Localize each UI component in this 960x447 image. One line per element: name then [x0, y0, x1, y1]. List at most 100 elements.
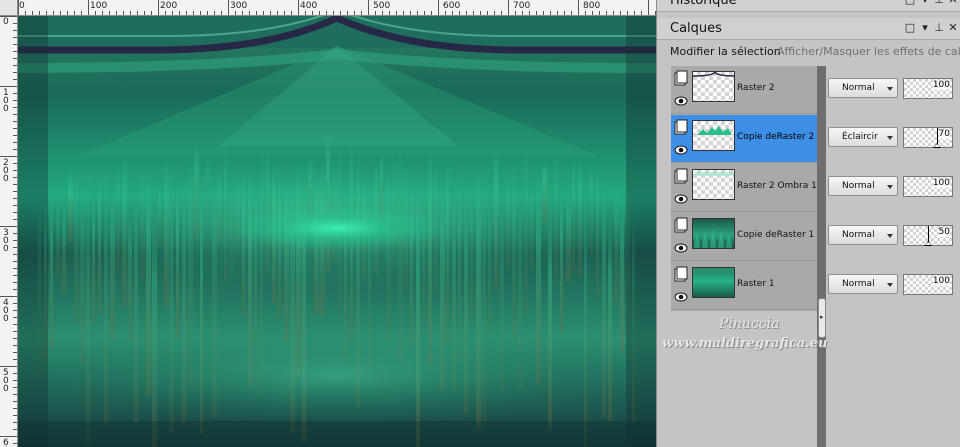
ruler-left-label: 0 — [3, 17, 9, 27]
ruler-left-label: 100 — [3, 88, 9, 114]
artwork-image — [18, 16, 656, 447]
pin-icon[interactable]: ⊥ — [933, 22, 945, 34]
ruler-top: 0 100 200 300 400 500 600 700 800 — [18, 0, 656, 16]
opacity-slider[interactable]: 100 — [903, 274, 953, 295]
layers-toolbar: Modifier la sélection Afficher/Masquer l… — [657, 41, 960, 63]
blend-mode-value: Normal — [842, 181, 875, 191]
layer-group-icon[interactable] — [674, 266, 688, 282]
ruler-left-label: 200 — [3, 158, 9, 184]
layers-list: Raster 2 Copie deRaster 2 C Raster 2 Omb… — [671, 66, 817, 311]
layer-name: Raster 1 — [737, 279, 775, 289]
toggle-layer-effects-button[interactable]: Afficher/Masquer les effets de calque — [777, 45, 960, 58]
layer-row[interactable]: Raster 2 — [671, 66, 817, 114]
layer-controls-row: Normal 50 — [828, 225, 958, 249]
watermark: Pinuccia www.maldiregrafica.eu — [657, 316, 847, 356]
layer-row-selected[interactable]: Copie deRaster 2 C — [671, 115, 817, 163]
visibility-eye-icon[interactable] — [674, 290, 688, 304]
ruler-left-label: 300 — [3, 228, 9, 254]
image-canvas[interactable] — [18, 16, 656, 447]
opacity-marker — [928, 226, 929, 242]
layer-name: Raster 2 — [737, 83, 775, 93]
maximize-icon[interactable]: □ — [904, 22, 916, 34]
blend-mode-value: Normal — [842, 279, 875, 289]
opacity-value: 100 — [932, 276, 950, 286]
ruler-top-label: 100 — [90, 1, 108, 11]
ruler-left: 0 100 200 300 400 500 600 — [0, 16, 18, 447]
layer-row[interactable]: Copie deRaster 1 — [671, 213, 817, 261]
ruler-top-label: 200 — [160, 1, 178, 11]
layers-panel-title: Calques — [670, 21, 722, 36]
opacity-value: 50 — [938, 227, 950, 237]
pin-icon[interactable]: ⊥ — [933, 0, 945, 6]
blend-mode-select[interactable]: Normal — [828, 78, 898, 98]
ruler-top-label: 400 — [300, 1, 318, 11]
ruler-top-label: 0 — [19, 1, 25, 11]
canvas-area: 0 100 200 300 400 500 600 700 800 0 100 … — [0, 0, 656, 447]
ruler-left-label: 500 — [3, 368, 9, 394]
ruler-top-label: 600 — [443, 1, 461, 11]
ruler-top-label: 700 — [513, 1, 531, 11]
opacity-slider[interactable]: 100 — [903, 176, 953, 197]
chevron-down-icon — [887, 87, 893, 91]
watermark-author: Pinuccia — [719, 316, 780, 332]
visibility-eye-icon[interactable] — [674, 241, 688, 255]
layer-controls-row: Éclaircir 70 — [828, 127, 958, 151]
dropdown-icon[interactable]: ▾ — [919, 0, 931, 6]
layer-row[interactable]: Raster 1 — [671, 262, 817, 310]
chevron-down-icon — [887, 136, 893, 140]
blend-mode-value: Éclaircir — [842, 132, 878, 142]
layer-controls-row: Normal 100 — [828, 176, 958, 200]
watermark-url: www.maldiregrafica.eu — [662, 336, 828, 351]
opacity-slider[interactable]: 50 — [903, 225, 953, 246]
blend-mode-select[interactable]: Normal — [828, 176, 898, 196]
layers-scrollbar[interactable] — [817, 66, 826, 447]
ruler-corner — [0, 0, 18, 16]
ruler-left-label: 400 — [3, 298, 9, 324]
visibility-eye-icon[interactable] — [674, 94, 688, 108]
ruler-top-ticks — [18, 0, 656, 15]
layer-row[interactable]: Raster 2 Ombra 1 — [671, 164, 817, 212]
opacity-slider[interactable]: 100 — [903, 78, 953, 99]
opacity-value: 100 — [932, 80, 950, 90]
blend-mode-select[interactable]: Normal — [828, 225, 898, 245]
layer-name: Copie deRaster 2 C — [737, 132, 817, 142]
visibility-eye-icon[interactable] — [674, 143, 688, 157]
side-panel: Historique □ ▾ ⊥ ✕ Calques □ ▾ ⊥ ✕ Modif… — [656, 0, 960, 447]
history-panel-title: Historique — [670, 0, 737, 8]
layer-thumbnail — [692, 71, 735, 102]
layer-controls-row: Normal 100 — [828, 78, 958, 102]
layer-group-icon[interactable] — [674, 217, 688, 233]
layers-panel-header[interactable]: Calques □ ▾ ⊥ ✕ — [657, 18, 960, 40]
opacity-handle-icon[interactable] — [924, 241, 932, 246]
psp-workspace: 0 100 200 300 400 500 600 700 800 0 100 … — [0, 0, 960, 447]
chevron-down-icon — [887, 185, 893, 189]
layer-name: Copie deRaster 1 — [737, 230, 815, 240]
close-icon[interactable]: ✕ — [947, 22, 959, 34]
layer-group-icon[interactable] — [674, 70, 688, 86]
blend-mode-value: Normal — [842, 230, 875, 240]
layer-group-icon[interactable] — [674, 119, 688, 135]
layer-thumbnail — [692, 169, 735, 200]
ruler-top-label: 300 — [230, 1, 248, 11]
history-panel-header[interactable]: Historique □ ▾ ⊥ ✕ — [657, 0, 960, 12]
opacity-slider[interactable]: 70 — [903, 127, 953, 148]
maximize-icon[interactable]: □ — [904, 0, 916, 6]
layer-thumbnail — [692, 267, 735, 298]
opacity-value: 70 — [938, 129, 950, 139]
layer-thumbnail — [692, 120, 735, 151]
opacity-handle-icon[interactable] — [933, 143, 941, 148]
blend-mode-select[interactable]: Éclaircir — [828, 127, 898, 147]
chevron-down-icon — [887, 234, 893, 238]
blend-mode-select[interactable]: Normal — [828, 274, 898, 294]
modify-selection-button[interactable]: Modifier la sélection — [670, 45, 781, 58]
layer-controls-row: Normal 100 — [828, 274, 958, 298]
visibility-eye-icon[interactable] — [674, 192, 688, 206]
chevron-down-icon — [887, 283, 893, 287]
layer-thumbnail — [692, 218, 735, 249]
ruler-left-label: 600 — [3, 438, 9, 447]
dropdown-icon[interactable]: ▾ — [919, 22, 931, 34]
opacity-value: 100 — [932, 178, 950, 188]
layer-group-icon[interactable] — [674, 168, 688, 184]
close-icon[interactable]: ✕ — [947, 0, 959, 6]
layer-name: Raster 2 Ombra 1 — [737, 181, 817, 191]
